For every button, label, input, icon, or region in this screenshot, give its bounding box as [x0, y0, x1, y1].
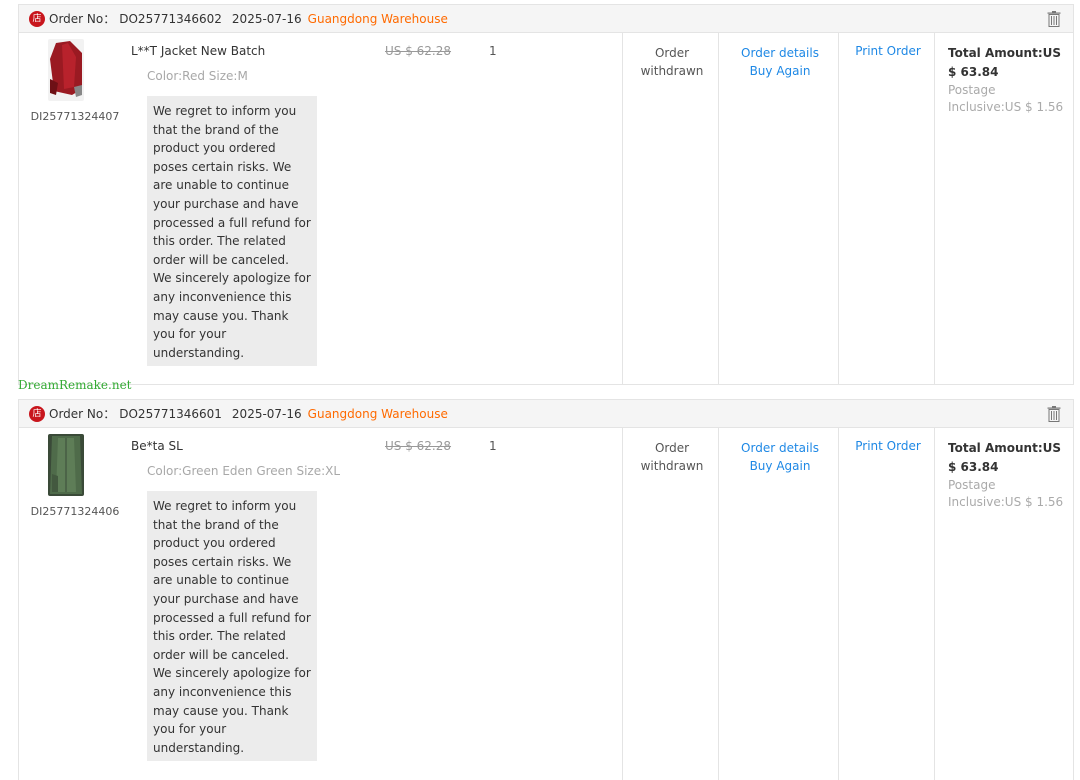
postage-value: Inclusive:US $ 1.56 — [948, 495, 1064, 509]
order-details-link[interactable]: Order details — [720, 44, 840, 62]
order-card: 店 Order No： DO25771346601 2025-07-16 Gua… — [18, 399, 1074, 780]
column-divider — [718, 33, 719, 385]
quantity: 1 — [489, 439, 497, 453]
product-spec: Color:Green Eden Green Size:XL — [147, 464, 341, 478]
shop-icon: 店 — [29, 10, 45, 27]
order-body: DI25771324407 L**T Jacket New Batch Colo… — [19, 33, 1073, 385]
product-name[interactable]: Be*ta SL — [131, 439, 183, 453]
column-divider — [838, 33, 839, 385]
order-status-line: Order — [654, 441, 690, 455]
order-actions: Order details Buy Again — [720, 439, 840, 475]
column-divider — [838, 428, 839, 780]
postage-label: Postage — [948, 478, 996, 492]
order-header: 店 Order No： DO25771346601 2025-07-16 Gua… — [19, 400, 1073, 428]
order-status-line: withdrawn — [640, 64, 704, 78]
order-number: DO25771346601 — [119, 406, 222, 421]
column-divider — [934, 428, 935, 780]
item-code: DI25771324407 — [30, 110, 120, 123]
green-jacket-icon[interactable] — [48, 434, 84, 496]
order-status: Order withdrawn — [624, 44, 720, 80]
order-total: Total Amount:US $ 63.84 Postage Inclusiv… — [948, 439, 1074, 511]
order-status-line: Order — [654, 46, 690, 60]
column-divider — [622, 33, 623, 385]
buy-again-link[interactable]: Buy Again — [720, 62, 840, 80]
order-number: DO25771346602 — [119, 11, 222, 26]
postage-label: Postage — [948, 83, 996, 97]
order-body: DI25771324406 Be*ta SL Color:Green Eden … — [19, 428, 1073, 780]
order-list-page: 店 Order No： DO25771346602 2025-07-16 Gua… — [0, 0, 1080, 780]
order-card: 店 Order No： DO25771346602 2025-07-16 Gua… — [18, 4, 1074, 385]
quantity: 1 — [489, 44, 497, 58]
total-amount-value: $ 63.84 — [948, 460, 999, 474]
order-header: 店 Order No： DO25771346602 2025-07-16 Gua… — [19, 5, 1073, 33]
column-divider — [934, 33, 935, 385]
refund-notice: We regret to inform you that the brand o… — [147, 96, 317, 367]
order-status: Order withdrawn — [624, 439, 720, 475]
total-amount-value: $ 63.84 — [948, 65, 999, 79]
print-order-link[interactable]: Print Order — [840, 439, 936, 453]
print-order-link[interactable]: Print Order — [840, 44, 936, 58]
trash-icon[interactable] — [1047, 406, 1061, 422]
product-name[interactable]: L**T Jacket New Batch — [131, 44, 265, 58]
total-amount-label: Total Amount:US — [948, 441, 1062, 455]
order-date: 2025-07-16 — [231, 406, 302, 421]
watermark-text: DreamRemake.net — [18, 378, 132, 392]
postage-value: Inclusive:US $ 1.56 — [948, 100, 1064, 114]
refund-notice: We regret to inform you that the brand o… — [147, 491, 317, 762]
column-divider — [718, 428, 719, 780]
order-status-line: withdrawn — [640, 459, 704, 473]
red-jacket-icon[interactable] — [48, 39, 84, 101]
warehouse-label: Guangdong Warehouse — [307, 11, 448, 26]
order-number-label: Order No： — [49, 12, 116, 26]
column-divider — [622, 428, 623, 780]
order-number-label: Order No： — [49, 407, 116, 421]
product-spec: Color:Red Size:M — [147, 69, 248, 83]
trash-icon[interactable] — [1047, 11, 1061, 27]
unit-price: US $ 62.28 — [385, 439, 452, 453]
buy-again-link[interactable]: Buy Again — [720, 457, 840, 475]
item-code: DI25771324406 — [30, 505, 120, 518]
warehouse-label: Guangdong Warehouse — [307, 406, 448, 421]
total-amount-label: Total Amount:US — [948, 46, 1062, 60]
order-actions: Order details Buy Again — [720, 44, 840, 80]
order-date: 2025-07-16 — [231, 11, 302, 26]
unit-price: US $ 62.28 — [385, 44, 452, 58]
shop-icon: 店 — [29, 405, 45, 422]
order-total: Total Amount:US $ 63.84 Postage Inclusiv… — [948, 44, 1074, 116]
order-details-link[interactable]: Order details — [720, 439, 840, 457]
